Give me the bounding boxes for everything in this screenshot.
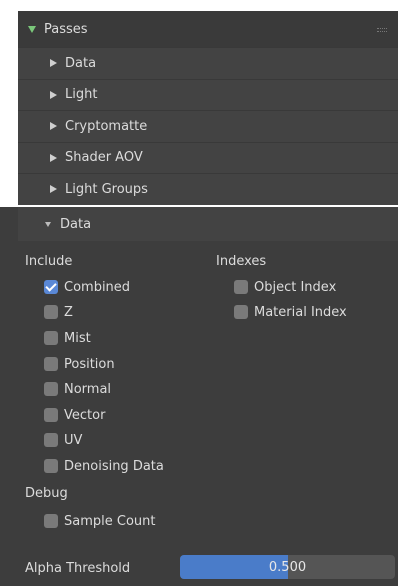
data-panel-header[interactable]: Data: [18, 207, 398, 241]
checkbox-label: Sample Count: [64, 513, 156, 529]
expand-right-icon: [50, 90, 57, 99]
checkbox-label: Material Index: [254, 304, 347, 320]
uv-checkbox[interactable]: UV: [44, 431, 82, 449]
passes-panel: Passes Data Light Cryptomatte Shader AOV…: [18, 11, 398, 205]
drag-grip-icon[interactable]: [377, 28, 387, 32]
checkbox-label: Object Index: [254, 279, 337, 295]
checkbox-label: Mist: [64, 330, 91, 346]
mist-checkbox[interactable]: Mist: [44, 329, 91, 347]
vector-checkbox[interactable]: Vector: [44, 406, 105, 424]
subpanel-label: Light Groups: [65, 181, 148, 197]
subpanel-light-groups[interactable]: Light Groups: [18, 173, 398, 205]
checkbox-label: Denoising Data: [64, 458, 164, 474]
subpanel-cryptomatte[interactable]: Cryptomatte: [18, 110, 398, 142]
material-index-checkbox[interactable]: Material Index: [234, 303, 347, 321]
passes-panel-title: Passes: [44, 21, 88, 37]
z-checkbox[interactable]: Z: [44, 303, 73, 321]
checkbox-checked-icon: [44, 279, 58, 294]
denoising-data-checkbox[interactable]: Denoising Data: [44, 457, 164, 475]
sample-count-checkbox[interactable]: Sample Count: [44, 512, 155, 530]
subpanel-shader-aov[interactable]: Shader AOV: [18, 141, 398, 173]
object-index-checkbox[interactable]: Object Index: [234, 278, 336, 296]
subpanel-label: Cryptomatte: [65, 118, 148, 134]
checkbox-label: Position: [64, 356, 115, 372]
checkbox-unchecked-icon: [44, 408, 58, 422]
data-panel-title: Data: [60, 216, 92, 232]
passes-panel-header[interactable]: Passes: [18, 11, 398, 47]
checkbox-label: Z: [64, 304, 73, 320]
collapse-down-icon: [45, 221, 51, 227]
checkbox-label: Combined: [64, 279, 131, 295]
checkbox-unchecked-icon: [44, 331, 58, 345]
checkbox-label: UV: [64, 432, 83, 448]
slider-value: 0.500: [268, 559, 307, 575]
expand-down-icon: [28, 25, 36, 33]
checkbox-unchecked-icon: [234, 280, 248, 294]
checkbox-unchecked-icon: [44, 459, 58, 473]
expand-right-icon: [50, 59, 57, 68]
panel-background: [0, 207, 18, 586]
expand-right-icon: [50, 185, 57, 194]
subpanel-label: Data: [65, 55, 97, 71]
position-checkbox[interactable]: Position: [44, 355, 115, 373]
expand-right-icon: [50, 153, 57, 162]
subpanel-label: Light: [65, 87, 98, 103]
checkbox-unchecked-icon: [44, 305, 58, 319]
checkbox-unchecked-icon: [44, 382, 58, 396]
checkbox-label: Normal: [64, 381, 112, 397]
subpanel-label: Shader AOV: [65, 150, 143, 166]
checkbox-unchecked-icon: [234, 305, 248, 319]
checkbox-unchecked-icon: [44, 433, 58, 447]
alpha-threshold-slider[interactable]: 0.500: [180, 555, 395, 579]
expand-right-icon: [50, 122, 57, 131]
checkbox-label: Vector: [64, 407, 106, 423]
debug-heading: Debug: [25, 486, 68, 501]
checkbox-unchecked-icon: [44, 514, 58, 528]
subpanel-data[interactable]: Data: [18, 47, 398, 79]
include-heading: Include: [25, 254, 73, 269]
normal-checkbox[interactable]: Normal: [44, 380, 111, 398]
subpanel-light[interactable]: Light: [18, 78, 398, 110]
indexes-heading: Indexes: [216, 254, 267, 269]
alpha-threshold-label: Alpha Threshold: [25, 561, 131, 576]
combined-checkbox[interactable]: Combined: [44, 278, 130, 296]
checkbox-unchecked-icon: [44, 357, 58, 371]
